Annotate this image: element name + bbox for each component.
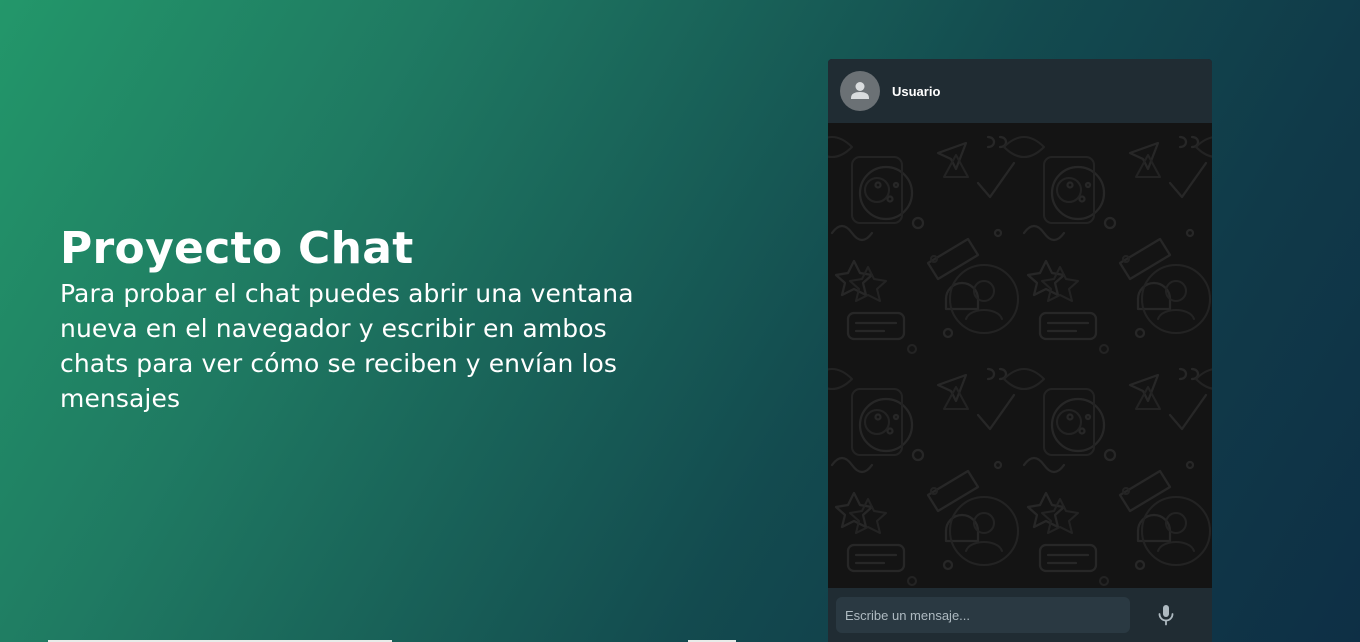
- chat-window: Usuario: [828, 59, 1212, 642]
- microphone-button[interactable]: [1148, 597, 1184, 633]
- microphone-icon: [1158, 605, 1174, 626]
- intro-section: Proyecto Chat Para probar el chat puedes…: [60, 222, 680, 416]
- page: Proyecto Chat Para probar el chat puedes…: [0, 0, 1360, 642]
- intro-description: Para probar el chat puedes abrir una ven…: [60, 279, 634, 413]
- chat-username: Usuario: [892, 83, 941, 99]
- message-area[interactable]: [828, 123, 1212, 588]
- page-title: Proyecto Chat: [60, 223, 414, 274]
- avatar[interactable]: [840, 71, 880, 111]
- person-icon: [851, 82, 869, 99]
- chat-header: Usuario: [828, 59, 1212, 123]
- message-input[interactable]: [836, 597, 1130, 633]
- chat-composer: [828, 588, 1212, 642]
- chat-wallpaper: [828, 123, 1212, 588]
